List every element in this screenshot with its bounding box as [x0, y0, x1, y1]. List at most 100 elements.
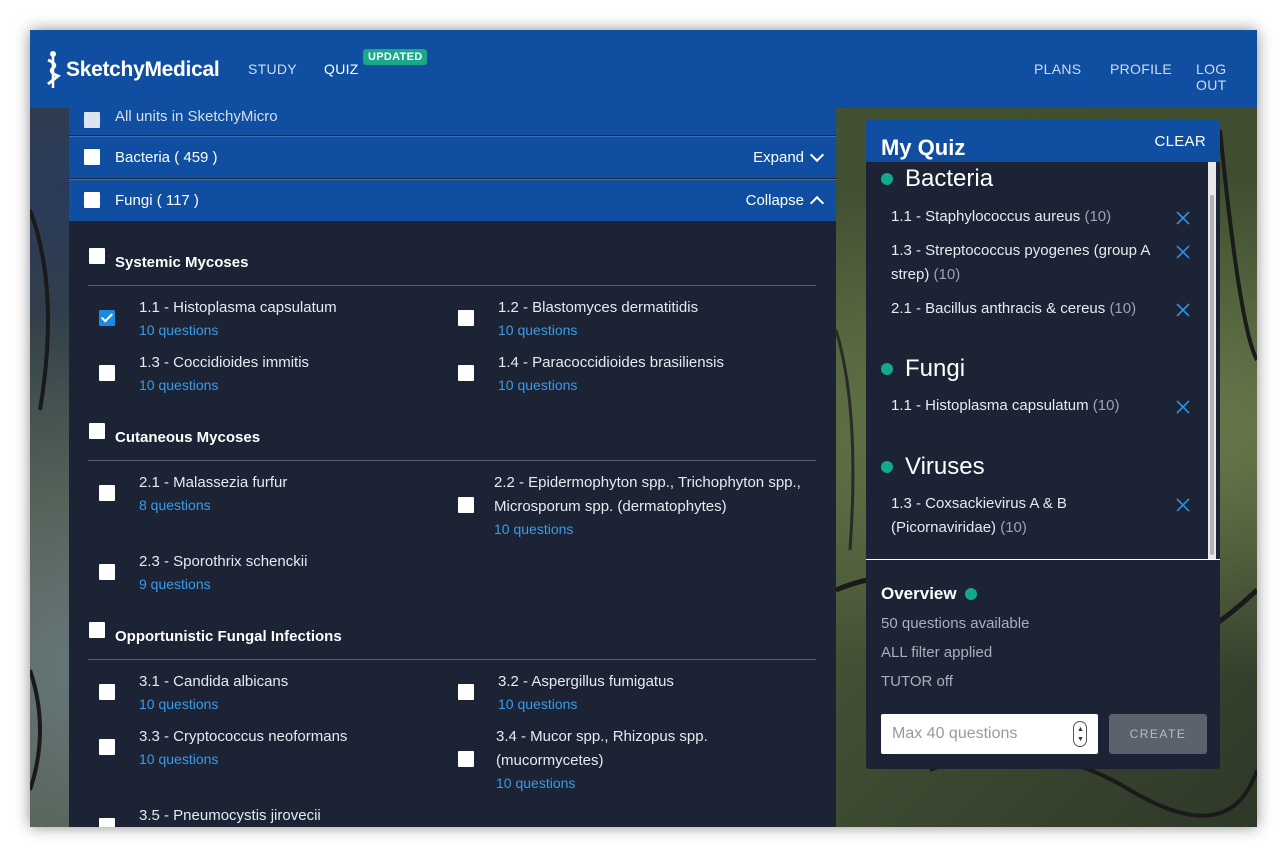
topic-item[interactable]: 1.3 - Coccidioides immitis 10 questions	[139, 351, 309, 395]
quiz-group-title: Viruses	[881, 453, 985, 481]
nav-profile[interactable]: PROFILE	[1110, 61, 1172, 77]
section-checkbox[interactable]	[89, 622, 105, 638]
nav-plans[interactable]: PLANS	[1034, 61, 1081, 77]
bacteria-checkbox[interactable]	[84, 149, 100, 165]
expand-label: Expand	[753, 149, 804, 166]
clear-button[interactable]: CLEAR	[1154, 133, 1206, 150]
quiz-item-count: (10)	[1084, 208, 1112, 225]
topic-item[interactable]: 1.1 - Histoplasma capsulatum 10 question…	[139, 296, 337, 340]
topic-item[interactable]: 3.4 - Mucor spp., Rhizopus spp. (mucormy…	[496, 725, 796, 793]
quiz-item-name: 2.1 - Bacillus anthracis & cereus	[891, 300, 1106, 317]
quiz-group-title: Bacteria	[881, 165, 993, 193]
topic-checkbox[interactable]	[458, 365, 474, 381]
topic-item[interactable]: 2.1 - Malassezia furfur 8 questions	[139, 471, 287, 515]
unit-label: Fungi ( 117 )	[115, 192, 199, 209]
unit-row-bacteria[interactable]: Bacteria ( 459 ) Expand	[69, 136, 836, 178]
section-checkbox[interactable]	[89, 248, 105, 264]
logo[interactable]: SketchyMedical	[44, 50, 220, 90]
remove-icon[interactable]	[1176, 498, 1190, 512]
topic-name: 3.1 - Candida albicans	[139, 673, 289, 690]
app-window: SketchyMedical STUDY QUIZ UPDATED PLANS …	[30, 30, 1257, 827]
section-checkbox[interactable]	[89, 423, 105, 439]
topic-count: 10 questions	[498, 696, 578, 712]
collapse-button[interactable]: Collapse	[745, 180, 825, 221]
topic-item[interactable]: 3.5 - Pneumocystis jirovecii	[139, 804, 321, 827]
remove-icon[interactable]	[1176, 400, 1190, 414]
topic-name: 2.1 - Malassezia furfur	[139, 474, 288, 491]
topic-count: 8 questions	[139, 497, 211, 513]
remove-icon[interactable]	[1176, 303, 1190, 317]
topic-name: 1.3 - Coccidioides immitis	[139, 354, 310, 371]
status-dot	[881, 173, 893, 185]
topic-item[interactable]: 3.2 - Aspergillus fumigatus 10 questions	[498, 670, 674, 714]
all-units-checkbox[interactable]	[84, 112, 100, 128]
chevron-down-icon	[809, 147, 825, 163]
quiz-item: 1.1 - Staphylococcus aureus (10)	[891, 205, 1176, 229]
topic-count: 10 questions	[139, 377, 219, 393]
number-stepper[interactable]: ▲ ▼	[1073, 721, 1087, 747]
section-title: Systemic Mycoses	[115, 254, 249, 271]
remove-icon[interactable]	[1176, 211, 1190, 225]
remove-icon[interactable]	[1176, 245, 1190, 259]
topic-checkbox[interactable]	[99, 684, 115, 700]
quiz-item: 2.1 - Bacillus anthracis & cereus (10)	[891, 297, 1176, 321]
topic-count: 10 questions	[494, 521, 574, 537]
topic-checkbox[interactable]	[99, 485, 115, 501]
expand-button[interactable]: Expand	[753, 137, 825, 178]
tutor-status: TUTOR off	[881, 673, 953, 690]
group-name: Viruses	[905, 453, 985, 480]
status-dot	[881, 461, 893, 473]
quiz-item-name: 1.3 - Streptococcus pyogenes (group A st…	[891, 242, 1150, 283]
my-quiz-header: My Quiz CLEAR	[866, 120, 1220, 162]
max-questions-input[interactable]	[881, 714, 1098, 754]
topic-checkbox[interactable]	[99, 818, 115, 827]
topic-checkbox[interactable]	[99, 739, 115, 755]
topic-count: 10 questions	[498, 322, 578, 338]
topic-name: 3.4 - Mucor spp., Rhizopus spp. (mucormy…	[496, 728, 708, 769]
scrollbar-thumb[interactable]	[1210, 195, 1214, 555]
topic-checkbox[interactable]	[99, 564, 115, 580]
topic-name: 2.3 - Sporothrix schenckii	[139, 553, 308, 570]
topic-checkbox[interactable]	[458, 497, 474, 513]
caduceus-icon	[47, 51, 61, 88]
topic-count: 10 questions	[498, 377, 578, 393]
collapse-label: Collapse	[745, 192, 804, 209]
topic-checkbox[interactable]	[458, 751, 474, 767]
quiz-items-list[interactable]: Bacteria 1.1 - Staphylococcus aureus (10…	[866, 162, 1220, 559]
section-divider	[88, 285, 816, 286]
filter-status: ALL filter applied	[881, 644, 993, 661]
quiz-item-name: 1.3 - Coxsackievirus A & B (Picornavirid…	[891, 495, 1067, 536]
topic-checkbox[interactable]	[99, 365, 115, 381]
topic-item[interactable]: 2.3 - Sporothrix schenckii 9 questions	[139, 550, 307, 594]
unit-row-all[interactable]: All units in SketchyMicro	[69, 108, 836, 135]
topic-item[interactable]: 3.3 - Cryptococcus neoformans 10 questio…	[139, 725, 347, 769]
nav-logout[interactable]: LOG OUT	[1196, 61, 1257, 93]
fungi-checkbox[interactable]	[84, 192, 100, 208]
topic-name: 1.4 - Paracoccidioides brasiliensis	[498, 354, 724, 371]
topic-name: 1.2 - Blastomyces dermatitidis	[498, 299, 699, 316]
quiz-item-name: 1.1 - Histoplasma capsulatum	[891, 397, 1089, 414]
chevron-up-icon	[809, 195, 825, 211]
create-button[interactable]: CREATE	[1109, 714, 1207, 754]
overview-label: Overview	[881, 584, 957, 603]
topic-checkbox[interactable]	[458, 310, 474, 326]
overview-title: Overview	[881, 584, 977, 604]
unit-row-fungi[interactable]: Fungi ( 117 ) Collapse	[69, 179, 836, 221]
topic-checkbox[interactable]	[458, 684, 474, 700]
topic-item[interactable]: 2.2 - Epidermophyton spp., Trichophyton …	[494, 471, 804, 539]
group-name: Fungi	[905, 355, 966, 382]
unit-label: All units in SketchyMicro	[115, 108, 278, 125]
topic-item[interactable]: 1.2 - Blastomyces dermatitidis 10 questi…	[498, 296, 698, 340]
topic-name: 1.1 - Histoplasma capsulatum	[139, 299, 337, 316]
section-divider	[88, 659, 816, 660]
section-title: Opportunistic Fungal Infections	[115, 628, 342, 645]
unit-selection-panel: All units in SketchyMicro Bacteria ( 459…	[69, 108, 836, 827]
my-quiz-title: My Quiz	[881, 135, 966, 160]
topic-checkbox[interactable]	[99, 310, 115, 326]
topic-item[interactable]: 3.1 - Candida albicans 10 questions	[139, 670, 288, 714]
logo-text: SketchyMedical	[66, 58, 220, 81]
topic-item[interactable]: 1.4 - Paracoccidioides brasiliensis 10 q…	[498, 351, 724, 395]
nav-quiz[interactable]: QUIZ	[324, 61, 359, 77]
my-quiz-panel: My Quiz CLEAR Bacteria 1.1 - Staphylococ…	[866, 120, 1220, 769]
nav-study[interactable]: STUDY	[248, 61, 297, 77]
